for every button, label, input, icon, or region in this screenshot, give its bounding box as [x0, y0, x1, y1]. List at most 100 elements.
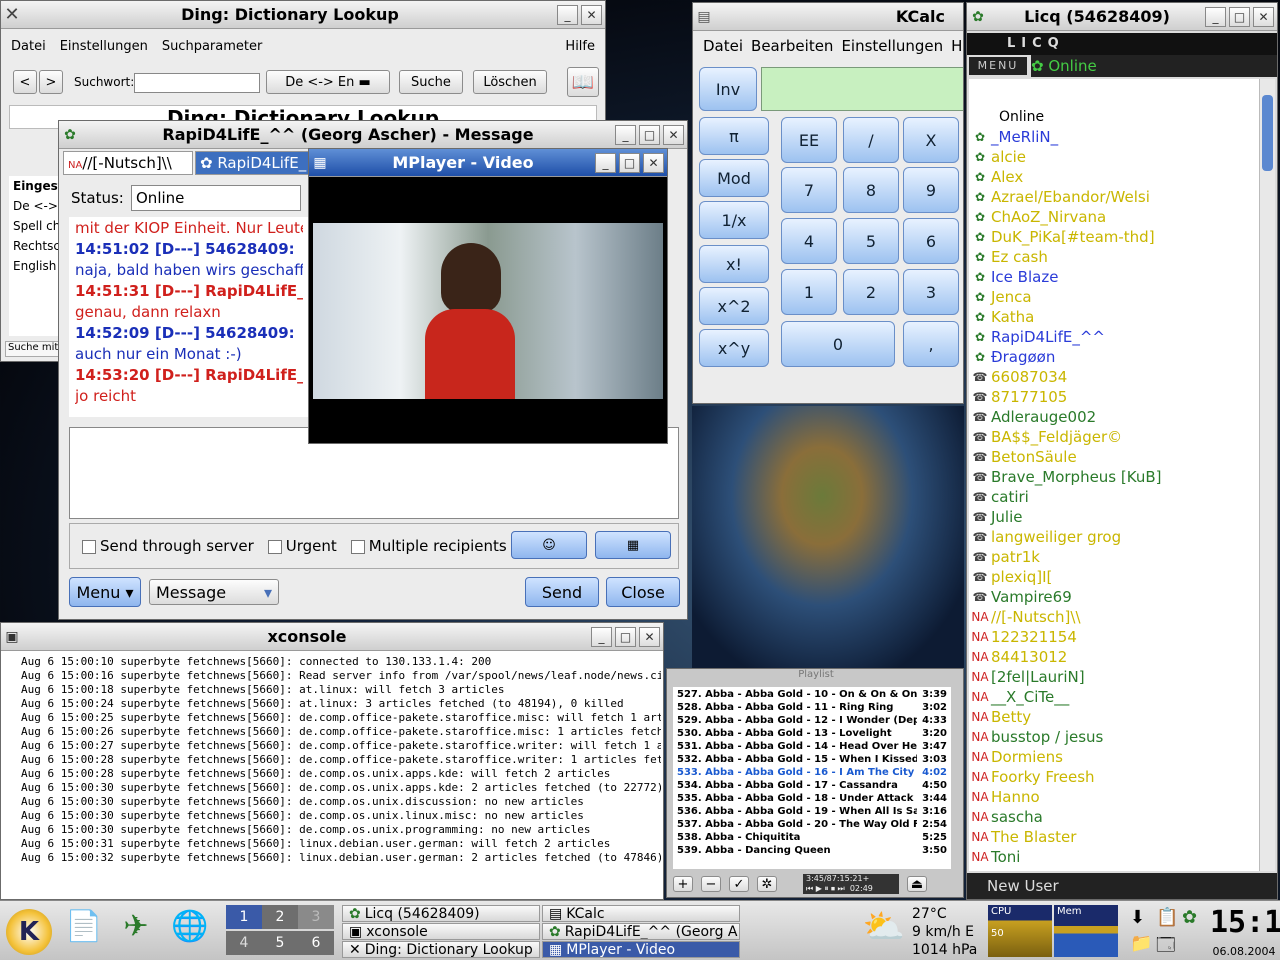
contact-row[interactable]: ✿ Alex	[969, 167, 1259, 187]
minimize-button[interactable]: _	[557, 4, 578, 25]
forward-button[interactable]: >	[39, 70, 63, 94]
browser-icon[interactable]: 🌐	[168, 909, 212, 955]
contact-row[interactable]: ☎ Vampire69	[969, 587, 1259, 607]
contact-row[interactable]: ✿ ChAoZ_Nirvana	[969, 207, 1259, 227]
maximize-button[interactable]: □	[1229, 6, 1250, 27]
mplayer-titlebar[interactable]: ▦ MPlayer - Video _ □ ✕	[309, 149, 667, 177]
minimize-button[interactable]: _	[1205, 6, 1226, 27]
multiple-recipients-checkbox[interactable]: Multiple recipients	[350, 537, 507, 555]
new-user-bar[interactable]: New User	[967, 873, 1277, 899]
playlist-item[interactable]: 528. Abba - Abba Gold - 11 - Ring Ring 3:…	[677, 702, 947, 715]
pager-desk-2[interactable]: 2	[262, 905, 298, 929]
key-multiply[interactable]: X	[903, 117, 959, 163]
pager-desk-4[interactable]: 4	[226, 931, 262, 955]
contact-row[interactable]: NA The Blaster	[969, 827, 1259, 847]
task-licq[interactable]: ✿ Licq (54628409)	[342, 905, 540, 922]
kcalc-titlebar[interactable]: ▤ KCalc	[693, 3, 963, 31]
contact-row[interactable]: NA 84413012	[969, 647, 1259, 667]
playlist-item[interactable]: 539. Abba - Dancing Queen 3:50	[677, 845, 947, 858]
color-button[interactable]: ▦	[595, 531, 671, 559]
contact-row[interactable]: NA Betty	[969, 707, 1259, 727]
task-kcalc[interactable]: ▤ KCalc	[542, 905, 740, 922]
status-field[interactable]: Online	[131, 185, 301, 211]
clear-button[interactable]: Löschen	[473, 70, 547, 94]
tab-rapid[interactable]: ✿ RapiD4LifE_	[195, 151, 315, 175]
key-7[interactable]: 7	[781, 167, 837, 213]
contact-row[interactable]: ✿ Ez cash	[969, 247, 1259, 267]
task-mplayer[interactable]: ▦ MPlayer - Video	[542, 941, 740, 958]
contact-row[interactable]: NA Foorky Freesh	[969, 767, 1259, 787]
licq-status-button[interactable]: ✿ Online	[1031, 55, 1277, 77]
key-3[interactable]: 3	[903, 269, 959, 315]
key-0[interactable]: 0	[781, 321, 895, 367]
maximize-button[interactable]: □	[619, 152, 640, 173]
playlist-item[interactable]: 533. Abba - Abba Gold - 16 - I Am The Ci…	[677, 767, 947, 780]
menu-suchparameter[interactable]: Suchparameter	[162, 39, 263, 54]
contact-row[interactable]: ✿ RapiD4LifE_^^	[969, 327, 1259, 347]
contact-row[interactable]: ☎ plexiq]I[	[969, 567, 1259, 587]
minimize-button[interactable]: _	[615, 124, 636, 145]
key-divide[interactable]: /	[843, 117, 899, 163]
book-icon[interactable]: 📖	[567, 67, 599, 97]
console-output[interactable]: Aug 6 15:00:10 superbyte fetchnews[5660]…	[21, 655, 661, 885]
contact-row[interactable]: NA busstop / jesus	[969, 727, 1259, 747]
playlist-item[interactable]: 532. Abba - Abba Gold - 15 - When I Kiss…	[677, 754, 947, 767]
contact-row[interactable]: NA 122321154	[969, 627, 1259, 647]
contact-row[interactable]: ☎ patr1k	[969, 547, 1259, 567]
side-item[interactable]: English	[13, 256, 61, 276]
contact-row[interactable]: ✿ _MeRliN_	[969, 127, 1259, 147]
contact-row[interactable]: ☎ Julie	[969, 507, 1259, 527]
side-item[interactable]: Rechtsc	[13, 236, 61, 256]
close-message-button[interactable]: Close	[606, 577, 680, 607]
tray-app-icon[interactable]: 🗔	[1156, 933, 1176, 960]
send-through-server-checkbox[interactable]: Send through server	[82, 537, 254, 555]
close-button[interactable]: ✕	[1253, 6, 1274, 27]
close-button[interactable]: ✕	[663, 124, 684, 145]
contact-row[interactable]: NA [2fel|LauriN]	[969, 667, 1259, 687]
licq-tray-icon[interactable]: ✿	[1182, 907, 1197, 928]
licq-titlebar[interactable]: ✿ Licq (54628409) _ □ ✕	[967, 3, 1277, 31]
playlist-item[interactable]: 531. Abba - Abba Gold - 14 - Head Over H…	[677, 741, 947, 754]
contact-row[interactable]: ☎ BetonSäule	[969, 447, 1259, 467]
key-9[interactable]: 9	[903, 167, 959, 213]
contact-row[interactable]: NA __X_CiTe__	[969, 687, 1259, 707]
emoticon-button[interactable]: ☺	[511, 531, 587, 559]
select-icon[interactable]: ✓	[729, 876, 749, 892]
contact-row[interactable]: ☎ Adlerauge002	[969, 407, 1259, 427]
search-button[interactable]: Suche	[399, 70, 463, 94]
contact-row[interactable]: ✿ alcie	[969, 147, 1259, 167]
menu-hilfe[interactable]: Hilf	[951, 37, 963, 55]
download-icon[interactable]: ⬇	[1130, 907, 1145, 928]
key-pi[interactable]: π	[699, 117, 769, 155]
close-button[interactable]: ✕	[639, 626, 660, 647]
side-item[interactable]: De <->	[13, 196, 61, 216]
message-titlebar[interactable]: ✿ RapiD4LifE_^^ (Georg Ascher) - Message…	[59, 121, 687, 149]
contact-row[interactable]: ✿ DuK_PiKa[#team-thd]	[969, 227, 1259, 247]
licq-menu-button[interactable]: MENU	[969, 57, 1027, 75]
contact-row[interactable]: ☎ 87177105	[969, 387, 1259, 407]
task-xconsole[interactable]: ▣ xconsole	[342, 923, 540, 940]
kde-menu-icon[interactable]: K	[6, 909, 52, 955]
minimize-button[interactable]: _	[591, 626, 612, 647]
contact-row[interactable]: NA Dormiens	[969, 747, 1259, 767]
contact-row[interactable]: ✿ Ice Blaze	[969, 267, 1259, 287]
key-8[interactable]: 8	[843, 167, 899, 213]
playlist-item[interactable]: 537. Abba - Abba Gold - 20 - The Way Old…	[677, 819, 947, 832]
key-ee[interactable]: EE	[781, 117, 837, 163]
misc-icon[interactable]: ✲	[757, 876, 777, 892]
playlist-item[interactable]: 529. Abba - Abba Gold - 12 - I Wonder (D…	[677, 715, 947, 728]
playlist-item[interactable]: 530. Abba - Abba Gold - 13 - Lovelight 3:…	[677, 728, 947, 741]
contact-row[interactable]: ☎ langweiliger grog	[969, 527, 1259, 547]
playlist-item[interactable]: 534. Abba - Abba Gold - 17 - Cassandra 4:…	[677, 780, 947, 793]
send-button[interactable]: Send	[525, 577, 599, 607]
contact-row[interactable]: ✿ Azrael/Ebandor/Welsi	[969, 187, 1259, 207]
side-item[interactable]: Spell ch	[13, 216, 61, 236]
key-2[interactable]: 2	[843, 269, 899, 315]
close-button[interactable]: ✕	[643, 152, 664, 173]
pager-desk-5[interactable]: 5	[262, 931, 298, 955]
folder-icon[interactable]: 📁	[1130, 933, 1152, 954]
menu-hilfe[interactable]: Hilfe	[565, 39, 595, 54]
urgent-checkbox[interactable]: Urgent	[267, 537, 337, 555]
playlist-item[interactable]: 536. Abba - Abba Gold - 19 - When All Is…	[677, 806, 947, 819]
ding-titlebar[interactable]: ✕ Ding: Dictionary Lookup _ ✕	[1, 1, 605, 29]
